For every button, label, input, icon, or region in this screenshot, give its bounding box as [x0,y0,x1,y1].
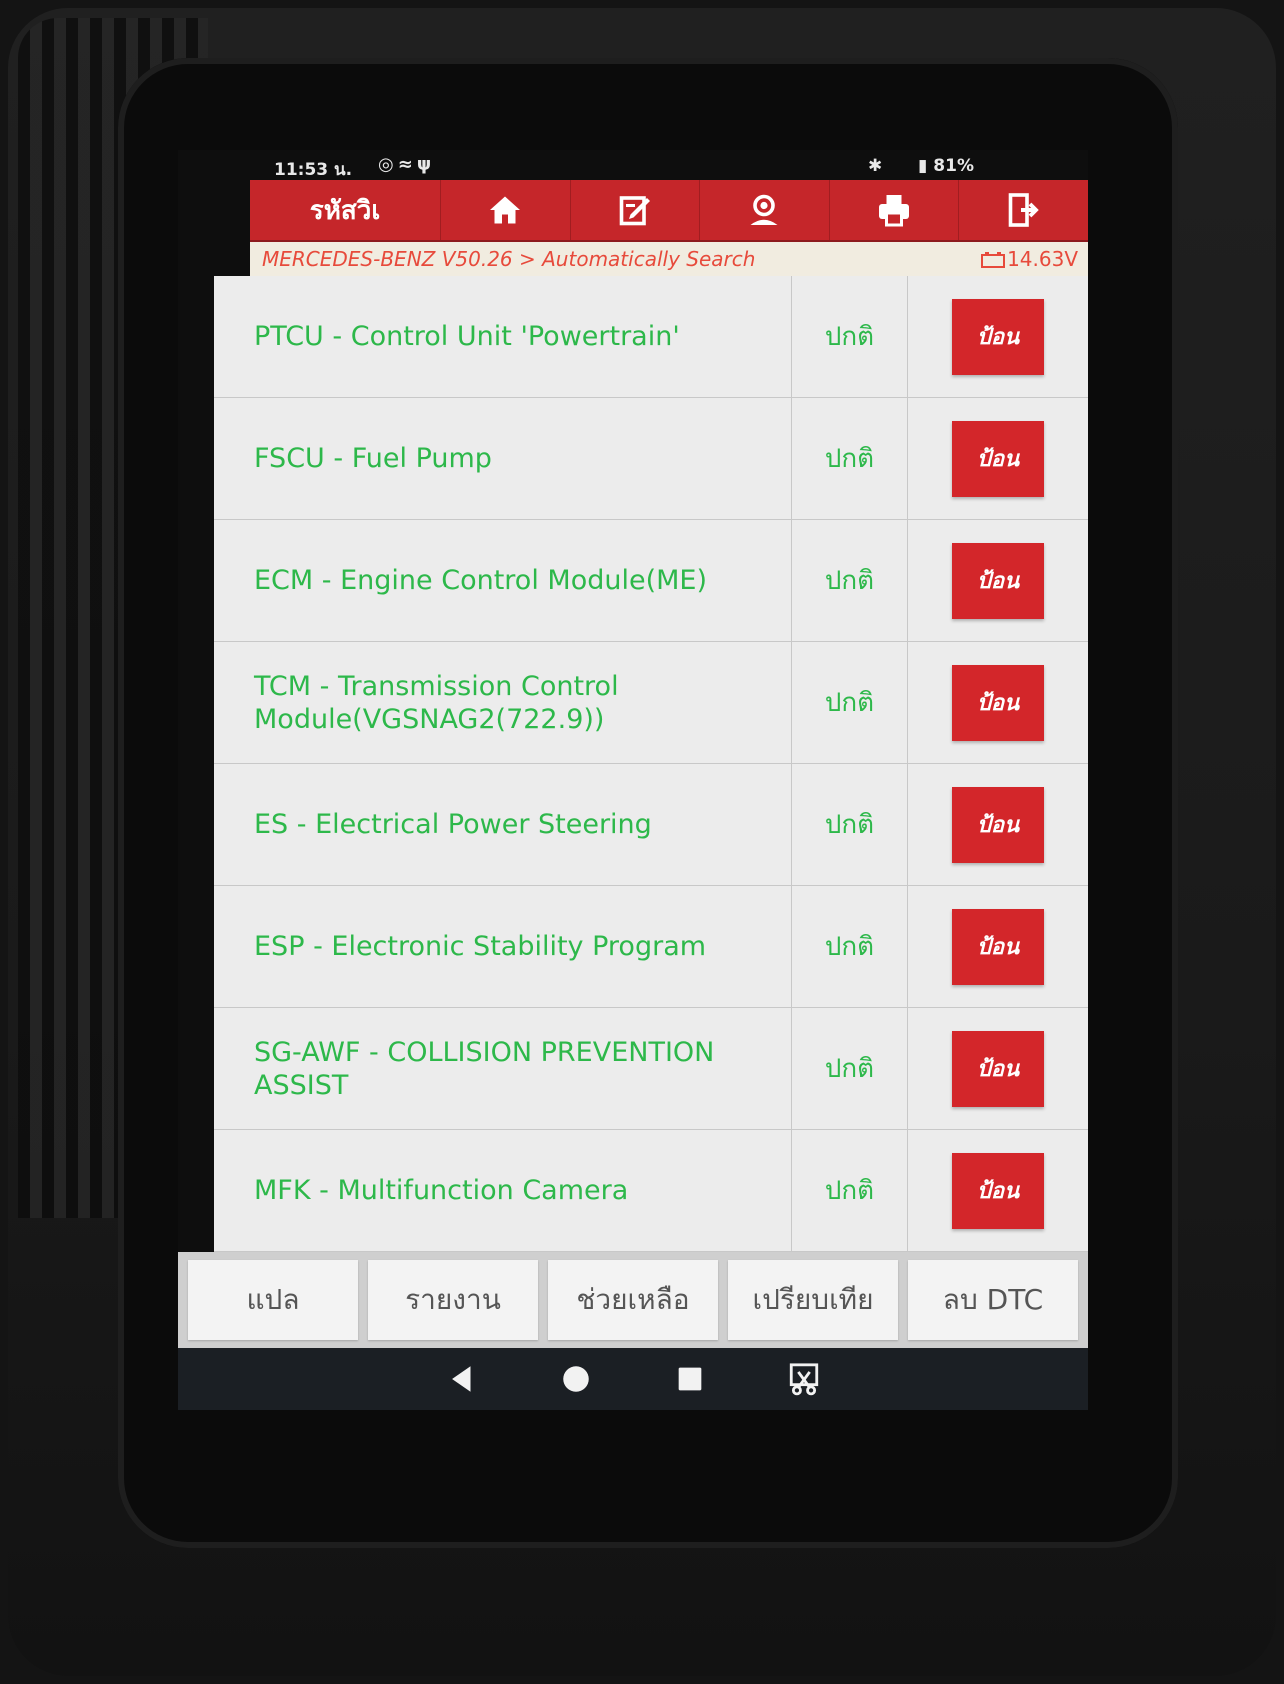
print-button[interactable] [830,180,960,240]
translate-button[interactable]: แปล [188,1260,358,1340]
battery-voltage-icon [981,252,1006,268]
enter-button[interactable]: ป้อน [952,1030,1044,1107]
back-icon [452,1366,471,1392]
system-status: ปกติ [792,642,908,763]
system-status: ปกติ [792,886,908,1007]
back-button[interactable] [445,1362,479,1396]
system-name: PTCU - Control Unit 'Powertrain' [214,276,792,397]
home-button[interactable] [441,180,571,240]
home-circle-icon [563,1366,589,1392]
bluetooth-icon: ✱ [868,156,883,176]
enter-button[interactable]: ป้อน [952,420,1044,497]
recents-icon [678,1367,702,1391]
system-name: FSCU - Fuel Pump [214,398,792,519]
exit-button[interactable] [959,180,1088,240]
system-status: ปกติ [792,1008,908,1129]
list-item: TCM - Transmission Control Module(VGSNAG… [214,642,1088,764]
list-item: ESP - Electronic Stability Program ปกติ … [214,886,1088,1008]
android-nav-bar [178,1348,1088,1410]
system-status: ปกติ [792,764,908,885]
whatsapp-icon: ◎ [378,154,398,175]
list-item: ECM - Engine Control Module(ME) ปกติ ป้อ… [214,520,1088,642]
wifi-icon: ≈ [397,154,417,175]
app-title-bar: รหัสวิเ [250,180,1088,242]
enter-button[interactable]: ป้อน [952,1152,1044,1229]
screenshot-icon [789,1363,819,1396]
voltage-readout: 14.63V [981,247,1078,271]
edit-button[interactable] [571,180,701,240]
system-name: ECM - Engine Control Module(ME) [214,520,792,641]
notification-icons: ◎≈ψ [378,154,435,175]
list-item: PTCU - Control Unit 'Powertrain' ปกติ ป้… [214,276,1088,398]
list-item: MFK - Multifunction Camera ปกติ ป้อน [214,1130,1088,1252]
status-time: 11:53 น. [274,160,353,180]
voltage-value: 14.63V [1007,247,1078,271]
enter-button[interactable]: ป้อน [952,908,1044,985]
system-list: PTCU - Control Unit 'Powertrain' ปกติ ป้… [214,276,1088,1252]
usb-icon: ψ [416,154,436,175]
home-nav-button[interactable] [559,1362,593,1396]
list-item: FSCU - Fuel Pump ปกติ ป้อน [214,398,1088,520]
system-status: ปกติ [792,520,908,641]
recents-button[interactable] [673,1362,707,1396]
screenshot-button[interactable] [787,1362,821,1396]
system-status: ปกติ [792,276,908,397]
system-status: ปกติ [792,1130,908,1251]
bottom-action-bar: แปล รายงาน ช่วยเหลือ เปรียบเทีย ลบ DTC [178,1252,1088,1348]
battery-level: 81% [933,156,974,176]
status-bar: 11:53 น. ◎≈ψ ✱ ▮ 81% [178,150,1088,182]
system-name: SG-AWF - COLLISION PREVENTION ASSIST [214,1008,792,1129]
help-button[interactable]: ช่วยเหลือ [548,1260,718,1340]
print-icon [879,195,910,227]
system-name: ES - Electrical Power Steering [214,764,792,885]
list-item: SG-AWF - COLLISION PREVENTION ASSIST ปกต… [214,1008,1088,1130]
system-status: ปกติ [792,398,908,519]
system-name: MFK - Multifunction Camera [214,1130,792,1251]
list-item: ES - Electrical Power Steering ปกติ ป้อน [214,764,1088,886]
report-button[interactable]: รายงาน [368,1260,538,1340]
enter-button[interactable]: ป้อน [952,664,1044,741]
enter-button[interactable]: ป้อน [952,298,1044,375]
battery-indicator: ▮ 81% [918,156,974,176]
exit-icon [1008,193,1039,227]
user-button[interactable] [700,180,830,240]
user-icon [750,194,778,225]
home-icon [490,196,521,224]
enter-button[interactable]: ป้อน [952,786,1044,863]
compare-button[interactable]: เปรียบเทีย [728,1260,898,1340]
breadcrumb-path: MERCEDES-BENZ V50.26 > Automatically Sea… [262,247,756,271]
app-title: รหัสวิเ [250,180,441,240]
clear-dtc-button[interactable]: ลบ DTC [908,1260,1078,1340]
system-name: TCM - Transmission Control Module(VGSNAG… [214,642,792,763]
breadcrumb: MERCEDES-BENZ V50.26 > Automatically Sea… [250,242,1088,276]
edit-icon [619,196,650,226]
system-name: ESP - Electronic Stability Program [214,886,792,1007]
enter-button[interactable]: ป้อน [952,542,1044,619]
screen: 11:53 น. ◎≈ψ ✱ ▮ 81% รหัสวิเ MERCEDES-BE… [178,150,1088,1410]
